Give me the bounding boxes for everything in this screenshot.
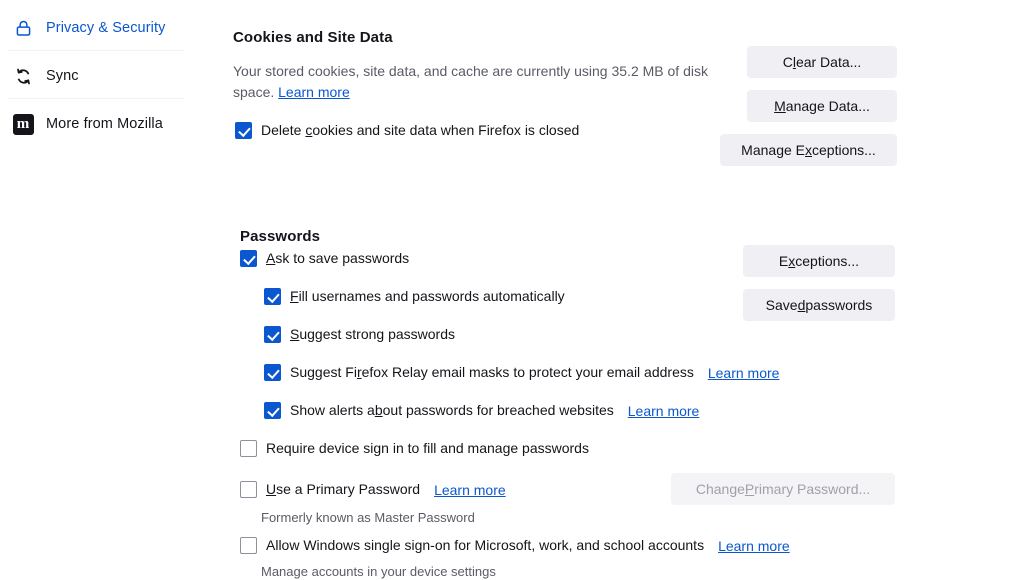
sidebar-divider <box>8 50 184 51</box>
accesskey: M <box>774 98 786 114</box>
manage-exceptions-button[interactable]: Manage Ex ceptions... <box>720 134 897 166</box>
sync-icon <box>12 65 34 87</box>
suggest-strong-passwords-checkbox[interactable] <box>264 326 281 343</box>
allow-windows-sso-learn-more-link[interactable]: Learn more <box>718 538 790 554</box>
cookies-learn-more-link[interactable]: Learn more <box>278 84 350 100</box>
mozilla-badge-letter: m <box>12 113 34 135</box>
show-breach-alerts-row[interactable]: Show alerts about passwords for breached… <box>264 402 699 419</box>
fill-usernames-automatically-label: Fill usernames and passwords automatical… <box>290 288 565 304</box>
accesskey: l <box>792 54 796 70</box>
suggest-strong-passwords-label: Suggest strong passwords <box>290 326 455 342</box>
use-primary-password-row[interactable]: Use a Primary Password Learn more <box>240 481 506 498</box>
settings-sidebar: Privacy & Security Sync m More from Mozi… <box>0 0 200 580</box>
settings-main-pane: Cookies and Site Data Your stored cookie… <box>200 0 1017 580</box>
clear-data-button[interactable]: Cl ear Data... <box>747 46 897 78</box>
show-breach-alerts-learn-more-link[interactable]: Learn more <box>628 403 700 419</box>
require-device-sign-in-label: Require device sign in to fill and manag… <box>266 440 589 456</box>
mozilla-logo-icon: m <box>12 113 34 135</box>
sidebar-divider <box>8 98 184 99</box>
ask-to-save-passwords-checkbox[interactable] <box>240 250 257 267</box>
manage-data-button[interactable]: Manage Data... <box>747 90 897 122</box>
require-device-sign-in-row[interactable]: Require device sign in to fill and manag… <box>240 440 589 457</box>
show-breach-alerts-checkbox[interactable] <box>264 402 281 419</box>
use-primary-password-checkbox[interactable] <box>240 481 257 498</box>
preferences-page: Privacy & Security Sync m More from Mozi… <box>0 0 1017 580</box>
delete-cookies-on-close-row[interactable]: Delete cookies and site data when Firefo… <box>235 122 579 139</box>
primary-password-sublabel: Formerly known as Master Password <box>261 510 475 525</box>
sidebar-item-privacy-security[interactable]: Privacy & Security <box>4 9 175 47</box>
sidebar-item-sync[interactable]: Sync <box>4 57 89 95</box>
password-exceptions-button[interactable]: Ex ceptions... <box>743 245 895 277</box>
suggest-firefox-relay-label: Suggest Firefox Relay email masks to pro… <box>290 364 694 380</box>
allow-windows-sso-label: Allow Windows single sign-on for Microso… <box>266 537 705 553</box>
allow-windows-sso-checkbox[interactable] <box>240 537 257 554</box>
sidebar-item-label: More from Mozilla <box>46 115 163 132</box>
fill-usernames-automatically-row[interactable]: Fill usernames and passwords automatical… <box>264 288 565 305</box>
suggest-strong-passwords-row[interactable]: Suggest strong passwords <box>264 326 455 343</box>
windows-sso-sublabel: Manage accounts in your device settings <box>261 564 496 579</box>
passwords-section-title: Passwords <box>240 228 321 246</box>
accesskey: x <box>788 253 796 269</box>
ask-to-save-passwords-row[interactable]: Ask to save passwords <box>240 250 409 267</box>
allow-windows-sso-row[interactable]: Allow Windows single sign-on for Microso… <box>240 537 790 554</box>
fill-usernames-automatically-checkbox[interactable] <box>264 288 281 305</box>
sidebar-item-label: Privacy & Security <box>46 19 166 36</box>
accesskey: P <box>744 481 755 497</box>
sidebar-item-more-from-mozilla[interactable]: m More from Mozilla <box>4 105 173 143</box>
sidebar-item-label: Sync <box>46 67 79 84</box>
show-breach-alerts-label: Show alerts about passwords for breached… <box>290 402 614 418</box>
ask-to-save-passwords-label: Ask to save passwords <box>266 250 410 266</box>
lock-icon <box>12 17 34 39</box>
suggest-firefox-relay-checkbox[interactable] <box>264 364 281 381</box>
change-primary-password-button: Change Primary Password... <box>671 473 895 505</box>
saved-passwords-button[interactable]: Save d passwords <box>743 289 895 321</box>
use-primary-password-learn-more-link[interactable]: Learn more <box>434 482 506 498</box>
use-primary-password-label: Use a Primary Password <box>266 481 421 497</box>
cookies-description: Your stored cookies, site data, and cach… <box>233 61 718 103</box>
accesskey: x <box>805 142 812 158</box>
suggest-firefox-relay-learn-more-link[interactable]: Learn more <box>708 365 780 381</box>
accesskey: d <box>797 297 806 313</box>
delete-cookies-on-close-label: Delete cookies and site data when Firefo… <box>261 122 580 138</box>
cookies-section-title: Cookies and Site Data <box>233 29 393 47</box>
delete-cookies-on-close-checkbox[interactable] <box>235 122 252 139</box>
suggest-firefox-relay-row[interactable]: Suggest Firefox Relay email masks to pro… <box>264 364 779 381</box>
require-device-sign-in-checkbox[interactable] <box>240 440 257 457</box>
